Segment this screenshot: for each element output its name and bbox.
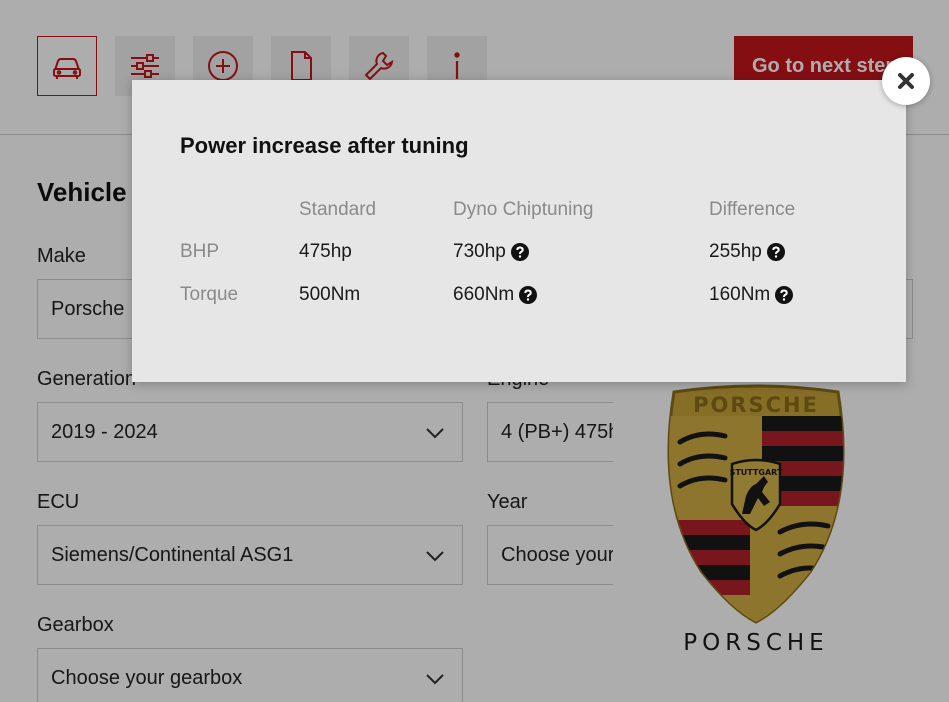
torque-tuned-cell: 660Nm: [453, 284, 538, 306]
bhp-standard: 475hp: [299, 241, 352, 262]
question-circle-icon[interactable]: [519, 286, 538, 304]
row-label-torque: Torque: [180, 284, 239, 305]
question-circle-icon[interactable]: [766, 243, 785, 261]
modal-title: Power increase after tuning: [180, 133, 469, 158]
close-modal-button[interactable]: [882, 57, 930, 105]
bhp-difference-cell: 255hp: [709, 241, 785, 263]
torque-difference: 160Nm: [709, 284, 771, 305]
column-header-tuned: Dyno Chiptuning: [453, 199, 594, 220]
bhp-tuned: 730hp: [453, 241, 506, 262]
torque-tuned: 660Nm: [453, 284, 515, 305]
power-increase-modal: Power increase after tuning Standard Dyn…: [132, 80, 906, 382]
question-circle-icon[interactable]: [510, 243, 529, 261]
torque-standard: 500Nm: [299, 284, 361, 305]
column-header-difference: Difference: [709, 199, 796, 220]
bhp-tuned-cell: 730hp: [453, 241, 529, 263]
bhp-difference: 255hp: [709, 241, 762, 262]
row-label-bhp: BHP: [180, 241, 220, 262]
question-circle-icon[interactable]: [775, 286, 794, 304]
close-icon: [898, 73, 914, 89]
column-header-standard: Standard: [299, 199, 377, 220]
torque-difference-cell: 160Nm: [709, 284, 794, 306]
